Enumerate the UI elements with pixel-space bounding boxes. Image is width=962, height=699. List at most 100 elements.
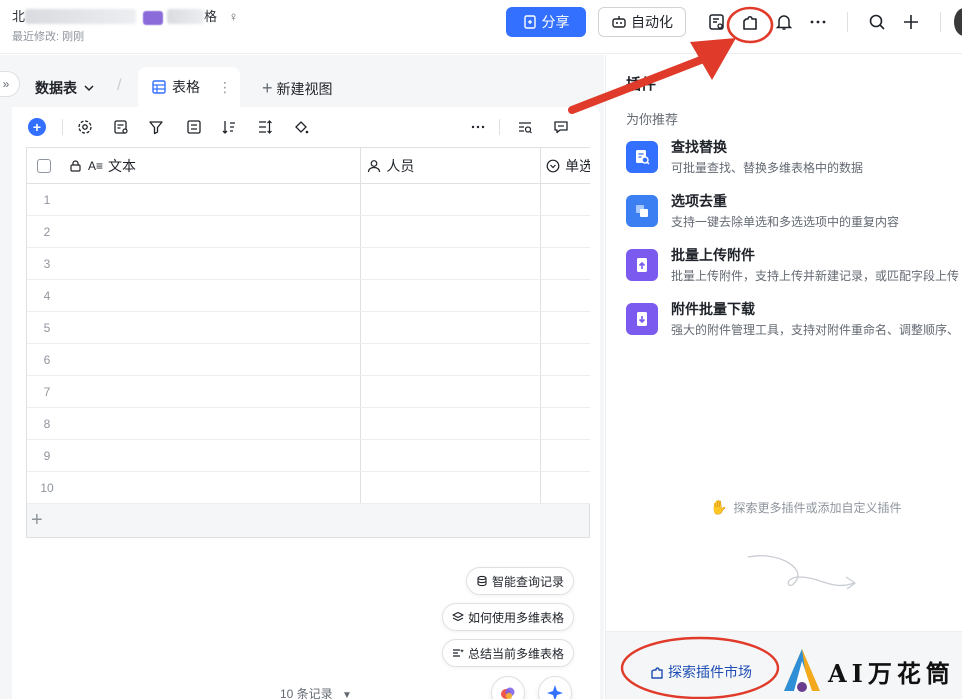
filter-icon[interactable]: [146, 117, 166, 137]
cell-single-select[interactable]: [541, 376, 590, 407]
summarize-chip[interactable]: 总结当前多维表格: [442, 639, 575, 667]
row-number: 2: [43, 224, 51, 239]
table-row[interactable]: 6: [27, 344, 590, 376]
sparkle-icon[interactable]: [538, 676, 572, 699]
pin-icon[interactable]: ♀: [229, 9, 239, 24]
table-row[interactable]: 2: [27, 216, 590, 248]
plus-icon: +: [262, 78, 273, 98]
table-row[interactable]: 9: [27, 440, 590, 472]
cell-single-select[interactable]: [541, 280, 590, 311]
smart-query-chip[interactable]: 智能查询记录: [466, 567, 575, 595]
cell-text[interactable]: 3: [27, 248, 362, 279]
plugin-find-replace[interactable]: 查找替换 可批量查找、替换多维表格中的数据: [626, 137, 962, 181]
database-icon: [477, 575, 487, 587]
add-record-icon[interactable]: +: [28, 118, 46, 136]
cell-person[interactable]: [361, 376, 542, 407]
person-icon: [368, 159, 381, 172]
cell-person[interactable]: [361, 440, 542, 471]
cell-text[interactable]: 10: [27, 472, 362, 503]
cell-single-select[interactable]: [541, 408, 590, 439]
cell-person[interactable]: [361, 408, 542, 439]
row-number: 3: [43, 256, 51, 271]
plus-icon[interactable]: [900, 11, 922, 33]
search-icon[interactable]: [866, 11, 888, 33]
plugin-dedupe-options[interactable]: 选项去重 支持一键去除单选和多选选项中的重复内容: [626, 191, 962, 235]
group-icon[interactable]: [184, 117, 204, 137]
cell-text[interactable]: 7: [27, 376, 362, 407]
cell-text[interactable]: 4: [27, 280, 362, 311]
bell-icon[interactable]: [773, 11, 795, 33]
plugin-panel: 插件 为你推荐 查找替换 可批量查找、替换多维表格中的数据 选项去重 支持一键去…: [605, 55, 962, 699]
plugin-batch-upload[interactable]: 批量上传附件 批量上传附件，支持上传并新建记录，或匹配字段上传: [626, 245, 962, 289]
cell-person[interactable]: [361, 216, 542, 247]
cell-text[interactable]: 2: [27, 216, 362, 247]
column-header-single-select[interactable]: 单选: [541, 148, 590, 183]
tab-grid-view[interactable]: 表格 ⋮: [138, 67, 240, 107]
table-row[interactable]: 4: [27, 280, 590, 312]
sort-icon[interactable]: [219, 117, 239, 137]
download-icon: [626, 303, 658, 335]
settings-icon[interactable]: [75, 117, 95, 137]
row-number: 4: [43, 288, 51, 303]
search-records-icon[interactable]: [515, 117, 535, 137]
cell-text[interactable]: 6: [27, 344, 362, 375]
cell-single-select[interactable]: [541, 248, 590, 279]
automation-button[interactable]: 自动化: [598, 7, 686, 37]
cell-text[interactable]: 8: [27, 408, 362, 439]
table-row[interactable]: 10: [27, 472, 590, 504]
cell-single-select[interactable]: [541, 440, 590, 471]
cell-person[interactable]: [361, 248, 542, 279]
upload-icon: [626, 249, 658, 281]
cell-text[interactable]: 1: [27, 184, 362, 215]
table-row[interactable]: 5: [27, 312, 590, 344]
plugin-icon[interactable]: [739, 11, 761, 33]
cell-person[interactable]: [361, 312, 542, 343]
ai-assistant-icon[interactable]: [491, 676, 525, 699]
separator: /: [117, 77, 122, 94]
plugin-batch-download[interactable]: 附件批量下载 强大的附件管理工具，支持对附件重命名、调整顺序、: [626, 299, 962, 343]
document-title[interactable]: 北████████████ ████格 ♀: [12, 6, 238, 25]
paint-bucket-icon[interactable]: [291, 117, 311, 137]
select-all-checkbox[interactable]: [37, 158, 51, 173]
plugin-outline-icon: [651, 667, 663, 679]
share-button[interactable]: 分享: [506, 7, 586, 37]
row-number: 10: [40, 480, 54, 495]
how-to-use-chip[interactable]: 如何使用多维表格: [442, 603, 575, 631]
cell-single-select[interactable]: [541, 184, 590, 215]
expand-sidebar-icon[interactable]: »: [0, 71, 20, 97]
cell-person[interactable]: [361, 280, 542, 311]
table-row[interactable]: 1: [27, 184, 590, 216]
cell-text[interactable]: 5: [27, 312, 362, 343]
view-more-icon[interactable]: ⋮: [218, 79, 232, 96]
table-row[interactable]: 8: [27, 408, 590, 440]
watermark-logo: AI万花筒: [780, 646, 956, 696]
toolbar-more-icon[interactable]: [468, 117, 488, 137]
cell-single-select[interactable]: [541, 312, 590, 343]
cell-person[interactable]: [361, 472, 542, 503]
comment-icon[interactable]: [551, 117, 571, 137]
explore-hint: ✋ 探索更多插件或添加自定义插件: [710, 499, 902, 515]
new-view-button[interactable]: + 新建视图: [262, 78, 333, 99]
cell-single-select[interactable]: [541, 216, 590, 247]
find-replace-icon: [626, 141, 658, 173]
cell-text[interactable]: 9: [27, 440, 362, 471]
avatar[interactable]: [954, 8, 962, 36]
cell-person[interactable]: [361, 184, 542, 215]
more-icon[interactable]: [807, 11, 829, 33]
explore-market-link[interactable]: 探索插件市场: [650, 662, 752, 682]
table-selector[interactable]: 数据表: [35, 78, 95, 98]
cell-person[interactable]: [361, 344, 542, 375]
row-height-icon[interactable]: [255, 117, 275, 137]
add-row-button[interactable]: +: [27, 504, 590, 538]
field-settings-icon[interactable]: [111, 117, 131, 137]
row-number: 9: [43, 448, 51, 463]
column-header-text[interactable]: A≡ 文本: [27, 148, 362, 183]
cell-single-select[interactable]: [541, 344, 590, 375]
table-row[interactable]: 7: [27, 376, 590, 408]
column-header-person[interactable]: 人员: [361, 148, 542, 183]
table-row[interactable]: 3: [27, 248, 590, 280]
cell-single-select[interactable]: [541, 472, 590, 503]
document-info-icon[interactable]: [706, 11, 728, 33]
recommended-label: 为你推荐: [626, 112, 679, 127]
record-count[interactable]: 10 条记录 ▼: [280, 685, 352, 699]
